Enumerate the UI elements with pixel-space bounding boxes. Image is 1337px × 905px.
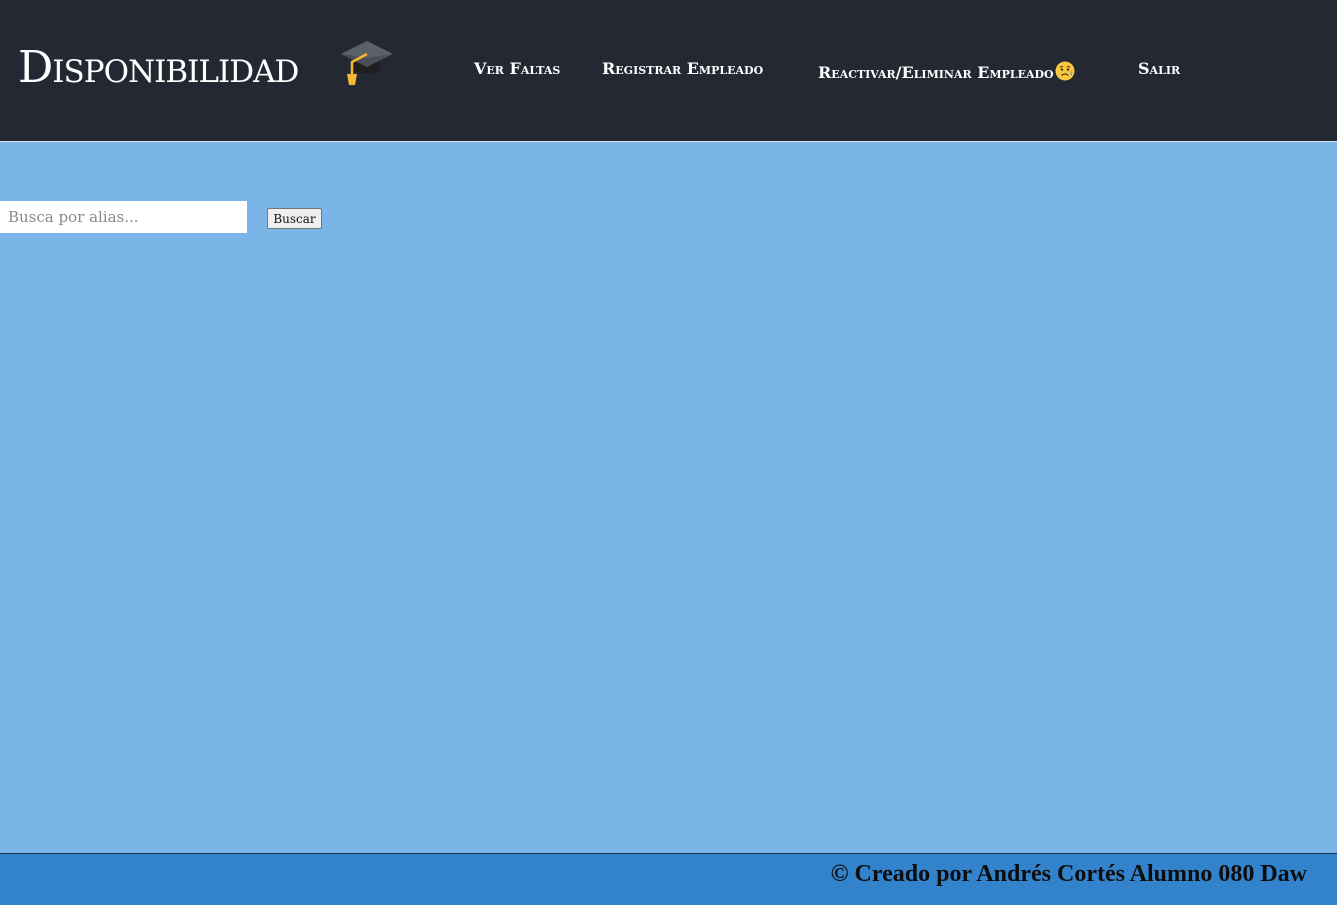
- search-button[interactable]: Buscar: [267, 208, 322, 229]
- nav-ver-faltas[interactable]: Ver Faltas: [474, 58, 560, 80]
- graduation-cap-icon: [341, 41, 393, 85]
- worried-face-icon: [1055, 61, 1075, 81]
- page-footer: © Creado por Andrés Cortés Alumno 080 Da…: [0, 853, 1337, 905]
- footer-credit: © Creado por Andrés Cortés Alumno 080 Da…: [830, 861, 1307, 887]
- nav-salir[interactable]: Salir: [1138, 58, 1180, 80]
- nav-registrar-empleado[interactable]: Registrar Empleado: [602, 58, 763, 80]
- top-navbar: Disponibilidad Ver Faltas Registrar Empl…: [0, 0, 1337, 142]
- alias-search-input[interactable]: [0, 201, 247, 233]
- brand-title: Disponibilidad: [18, 42, 299, 93]
- nav-reactivar-label: Reactivar/Eliminar Empleado: [818, 63, 1054, 82]
- nav-reactivar-eliminar-empleado[interactable]: Reactivar/Eliminar Empleado: [818, 61, 1075, 84]
